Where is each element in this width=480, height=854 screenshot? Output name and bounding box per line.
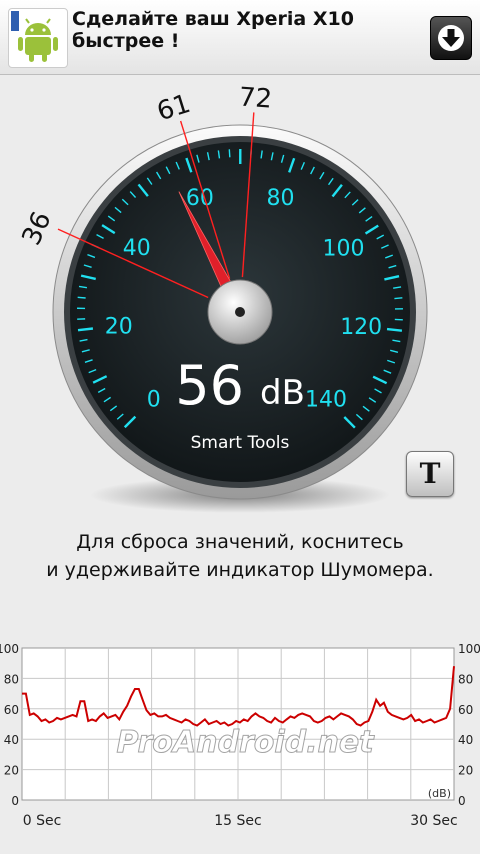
hint-line-2: и удерживайте индикатор Шумомера. — [46, 559, 434, 581]
reading-unit: dB — [260, 373, 305, 413]
y-tick-label: 20 — [458, 764, 473, 778]
y-tick-label: 0 — [11, 794, 19, 808]
brand-label: Smart Tools — [191, 433, 290, 453]
y-tick-label: 80 — [458, 672, 473, 686]
hint-line-1: Для сброса значений, коснитесь — [76, 531, 404, 553]
x-axis: 0 Sec 15 Sec 30 Sec — [23, 813, 458, 829]
x-tick-label: 0 Sec — [23, 813, 62, 829]
y-tick-label: 100 — [0, 642, 19, 656]
y-axis-left: 0 20 40 60 80 100 — [0, 642, 19, 808]
scale-label: 40 — [123, 236, 151, 261]
watermark: ProAndroid.net — [116, 725, 375, 760]
y-tick-label: 60 — [458, 703, 473, 717]
y-tick-label: 40 — [4, 733, 19, 747]
gauge-tick — [394, 297, 403, 300]
marker-label: 36 — [17, 207, 58, 250]
x-tick-label: 30 Sec — [410, 813, 457, 829]
marker-label: 72 — [238, 82, 273, 114]
scale-label: 100 — [322, 236, 364, 261]
gauge-tick — [77, 327, 94, 332]
reading-value: 56 — [175, 354, 244, 417]
y-tick-label: 60 — [4, 703, 19, 717]
y-axis-right: 0 20 40 60 80 100 — [458, 642, 480, 808]
scale-label: 120 — [340, 315, 382, 340]
y-tick-label: 20 — [4, 764, 19, 778]
scale-label: 60 — [186, 186, 214, 211]
y-tick-label: 0 — [458, 794, 466, 808]
scale-label: 140 — [305, 388, 347, 413]
gauge-tick — [228, 149, 231, 158]
x-tick-label: 15 Sec — [214, 813, 261, 829]
scale-label: 20 — [105, 315, 133, 340]
sound-meter-gauge[interactable]: 0 20 40 60 80 100 120 140 36 61 72 56 dB… — [0, 0, 480, 520]
scale-label: 80 — [267, 186, 295, 211]
text-toggle-button[interactable]: T — [406, 451, 454, 497]
gauge-tick — [386, 327, 403, 332]
hub-pin — [235, 307, 245, 317]
y-tick-label: 100 — [458, 642, 480, 656]
reset-hint: Для сброса значений, коснитесь и удержив… — [0, 528, 480, 584]
history-chart[interactable]: 0 20 40 60 80 100 0 20 40 60 80 100 0 Se… — [0, 640, 480, 840]
y-tick-label: 80 — [4, 672, 19, 686]
marker-label: 61 — [154, 89, 195, 127]
scale-label: 0 — [147, 387, 161, 412]
gauge-tick — [77, 296, 86, 299]
y-tick-label: 40 — [458, 733, 473, 747]
unit-label: (dB) — [428, 787, 451, 800]
